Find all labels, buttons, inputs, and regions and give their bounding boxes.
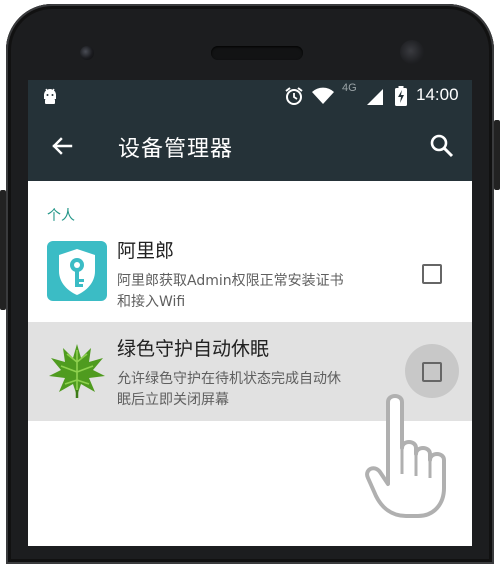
item-summary-line: 阿里郎获取Admin权限正常安装证书 (117, 273, 344, 289)
cell-signal-icon (367, 89, 383, 105)
enable-admin-checkbox[interactable] (422, 264, 442, 284)
status-bar: 4G 14:00 (28, 80, 472, 111)
app-bar: 设备管理器 (28, 111, 472, 181)
alilang-app-icon (47, 241, 107, 301)
front-camera (80, 46, 94, 60)
item-summary-line: 允许绿色守护在待机状态完成自动休 (117, 371, 341, 387)
search-icon[interactable] (429, 133, 455, 159)
greenify-leaf-icon (49, 344, 105, 398)
enable-admin-checkbox[interactable] (422, 362, 442, 382)
item-summary: 阿里郎获取Admin权限正常安装证书 和接入Wifi (117, 271, 407, 313)
earpiece-speaker (211, 46, 303, 60)
battery-charging-icon (395, 86, 407, 106)
proximity-sensor (400, 40, 424, 64)
item-title: 阿里郎 (117, 240, 175, 262)
network-type-label: 4G (342, 82, 357, 94)
page-title: 设备管理器 (118, 137, 234, 162)
alarm-icon (285, 87, 303, 105)
power-button (494, 120, 500, 190)
android-debug-icon (44, 88, 56, 104)
device-admin-item-alilang[interactable]: 阿里郎 阿里郎获取Admin权限正常安装证书 和接入Wifi (28, 224, 472, 322)
clock: 14:00 (416, 85, 459, 104)
section-header-personal: 个人 (47, 208, 75, 224)
back-arrow-icon[interactable] (50, 134, 74, 158)
item-title: 绿色守护自动休眠 (117, 338, 270, 360)
item-summary-line: 和接入Wifi (117, 294, 186, 310)
shield-key-icon (59, 249, 95, 295)
tap-hand-pointer-icon (365, 394, 446, 518)
wifi-icon (312, 87, 334, 104)
volume-button (0, 190, 6, 310)
